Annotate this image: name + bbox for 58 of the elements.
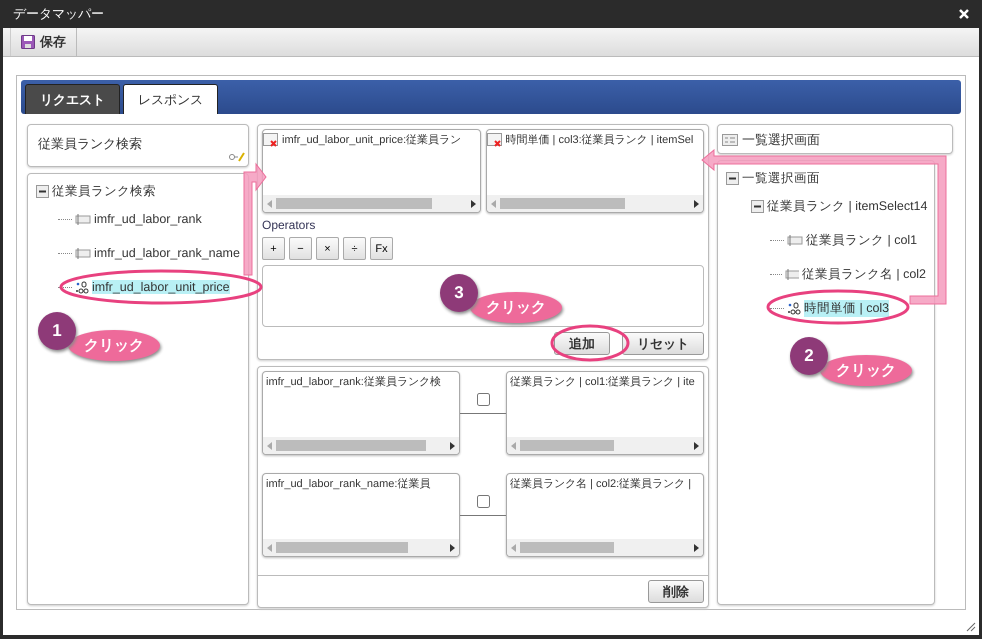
resize-grip-icon[interactable] [966,622,976,632]
delete-button[interactable]: 削除 [648,580,704,603]
collapse-icon[interactable] [36,184,49,198]
save-button[interactable]: 保存 [10,28,77,56]
tree-item[interactable]: 従業員ランク名 | col2 [802,266,926,282]
mapped-source-text: imfr_ud_labor_rank:従業員ランク検 [265,375,442,390]
scrollbar[interactable] [486,195,703,212]
tab[interactable]: リクエスト [25,84,120,114]
scrollbar[interactable] [507,539,703,556]
tree-item[interactable]: imfr_ud_labor_rank_name [94,246,240,260]
operator-button[interactable]: − [289,237,312,260]
checkbox[interactable] [476,494,490,508]
checkbox[interactable] [476,392,490,406]
scroll-right-icon[interactable] [450,544,455,552]
tree-item[interactable]: 一覧選択画面 [742,170,820,186]
add-button[interactable]: 追加 [554,332,610,355]
scrollbar[interactable] [507,437,703,454]
scrollbar[interactable] [263,437,459,454]
tree-item[interactable]: 従業員ランク | col1 [806,232,918,248]
target-title: 一覧選択画面 [742,131,820,149]
close-icon[interactable] [959,9,969,19]
list-icon [722,134,738,146]
tree-item[interactable]: 時間単価 | col3 [804,300,890,316]
operators-label: Operators [262,218,316,232]
number-icon [75,280,89,294]
scrollbar[interactable] [263,539,459,556]
tab[interactable]: レスポンス [123,84,218,114]
scrollbar[interactable] [263,195,480,212]
target-field-text: 時間単価 | col3:従業員ランク | itemSel [504,133,694,148]
text-field-icon [787,234,803,246]
tree-item[interactable]: 従業員ランク | itemSelect14 [767,198,928,214]
mapped-target-text: 従業員ランク | col1:従業員ランク | ite [509,375,696,390]
window-title: データマッパー [13,5,104,23]
operator-button[interactable]: Fx [370,237,393,260]
scroll-right-icon[interactable] [470,200,476,208]
tree-item[interactable]: imfr_ud_labor_rank [94,212,202,226]
text-field-icon [785,268,799,280]
mapped-source-text: imfr_ud_labor_rank_name:従業員 [265,477,432,492]
mapped-target-text: 従業員ランク名 | col2:従業員ランク | [509,477,692,492]
source-title: 従業員ランク検索 [38,135,142,153]
scroll-right-icon[interactable] [694,200,699,208]
source-field-text: imfr_ud_labor_unit_price:従業員ラン [281,133,462,148]
reset-button[interactable]: リセット [622,332,704,355]
save-icon [21,35,35,49]
collapse-icon[interactable] [726,172,739,184]
operator-button[interactable]: + [262,237,285,260]
text-field-icon [75,212,91,226]
operator-button[interactable]: × [316,237,339,260]
collapse-icon[interactable] [751,200,764,212]
tree-item[interactable]: imfr_ud_labor_unit_price [92,280,230,294]
operator-button[interactable]: ÷ [343,237,366,260]
tree-item[interactable]: 従業員ランク検索 [52,182,156,200]
text-field-icon [75,246,91,260]
key-pencil-icon [229,152,245,162]
scroll-right-icon[interactable] [450,442,455,450]
scroll-right-icon[interactable] [694,442,699,450]
scroll-right-icon[interactable] [694,544,699,552]
number-icon [787,301,801,315]
